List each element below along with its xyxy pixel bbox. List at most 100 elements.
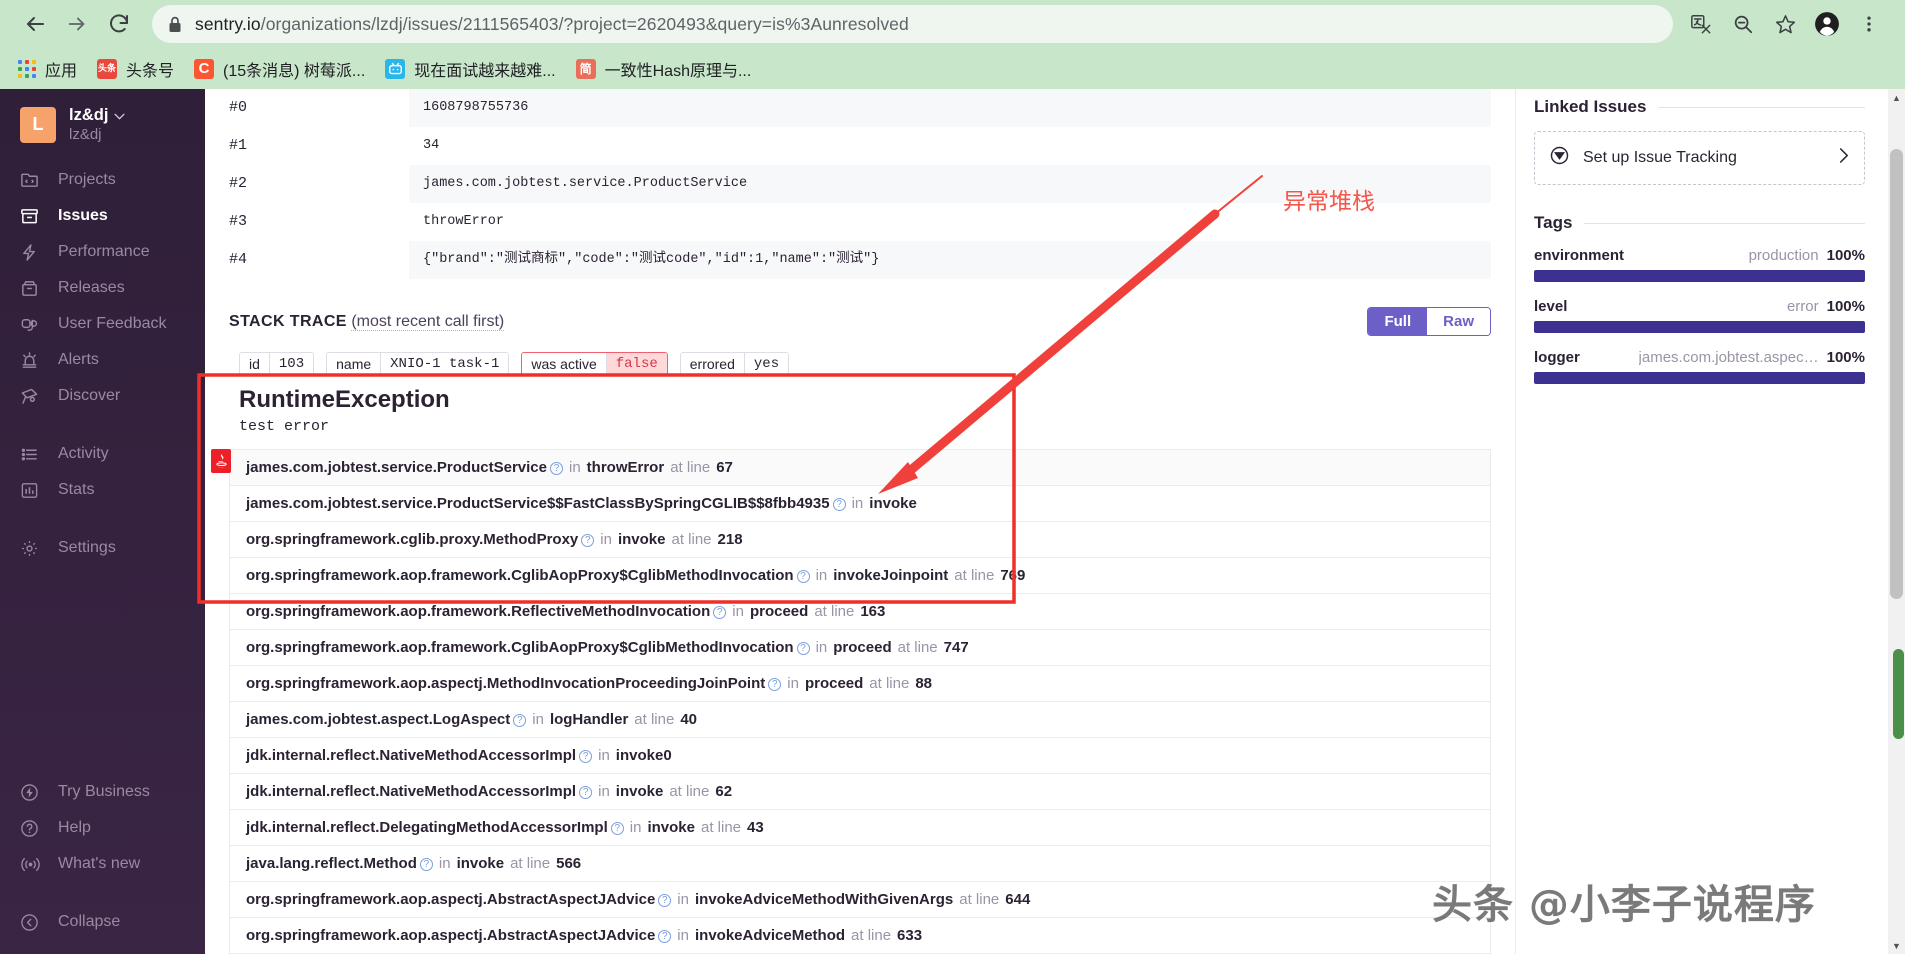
sidebar-item-whats-new[interactable]: What's new: [0, 846, 205, 882]
sidebar-item-help[interactable]: Help: [0, 810, 205, 846]
chevron-down-icon: [114, 105, 125, 126]
chrome-menu-icon[interactable]: [1849, 4, 1889, 44]
tag-environment[interactable]: environment production 100%: [1534, 247, 1865, 282]
frame-in: in: [600, 531, 612, 548]
bilibili-favicon: [385, 58, 406, 79]
frame-function: throwError: [586, 459, 665, 476]
tag-level[interactable]: level error 100%: [1534, 298, 1865, 333]
sidebar-item-releases[interactable]: Releases: [0, 270, 205, 306]
linked-issues-header: Linked Issues: [1534, 97, 1865, 117]
bookmark-apps[interactable]: 应用: [8, 53, 87, 85]
tag-logger[interactable]: logger james.com.jobtest.aspec… 100%: [1534, 349, 1865, 384]
stack-frame[interactable]: jdk.internal.reflect.DelegatingMethodAcc…: [229, 809, 1491, 845]
frame-info-icon[interactable]: ?: [419, 858, 433, 871]
discover-icon: [20, 387, 44, 406]
stack-frame[interactable]: org.springframework.aop.framework.CglibA…: [229, 629, 1491, 665]
stack-frame[interactable]: jdk.internal.reflect.NativeMethodAccesso…: [229, 773, 1491, 809]
scrollbar-thumb[interactable]: [1890, 149, 1903, 599]
sidebar-item-alerts[interactable]: Alerts: [0, 342, 205, 378]
frame-in: in: [677, 927, 689, 944]
stack-frame[interactable]: org.springframework.aop.aspectj.Abstract…: [229, 881, 1491, 917]
sidebar-item-issues[interactable]: Issues: [0, 198, 205, 234]
frame-info-icon[interactable]: ?: [658, 894, 672, 907]
sidebar-item-discover[interactable]: Discover: [0, 378, 205, 414]
page-scrollbar[interactable]: ▲ ▼: [1888, 89, 1905, 954]
sidebar-item-projects[interactable]: Projects: [0, 162, 205, 198]
stack-frame[interactable]: org.springframework.aop.framework.CglibA…: [229, 557, 1491, 593]
java-icon: [211, 449, 231, 473]
thread-chip-name[interactable]: name XNIO-1 task-1: [326, 352, 510, 376]
frame-in: in: [787, 675, 799, 692]
frame-info-icon[interactable]: ?: [832, 498, 846, 511]
sidebar-divider-2: [0, 508, 205, 530]
frame-info-icon[interactable]: ?: [713, 606, 727, 619]
stack-frames-list: james.com.jobtest.service.ProductService…: [211, 449, 1491, 954]
sidebar-item-label: Settings: [58, 539, 116, 557]
tag-value: production: [1748, 247, 1819, 264]
frame-in: in: [815, 639, 828, 656]
param-value: 34: [409, 127, 1491, 165]
inner-scrollbar-thumb[interactable]: [1893, 649, 1904, 739]
sidebar-item-settings[interactable]: Settings: [0, 530, 205, 566]
zoom-out-icon[interactable]: [1723, 4, 1763, 44]
bookmark-csdn[interactable]: C (15条消息) 树莓派...: [184, 53, 375, 85]
chevron-right-icon: [1837, 147, 1850, 169]
back-arrow-icon[interactable]: [14, 3, 56, 45]
chip-value: false: [606, 353, 667, 375]
tag-name: logger: [1534, 349, 1580, 366]
frame-function: logHandler: [549, 711, 629, 728]
sidebar-item-collapse[interactable]: Collapse: [0, 904, 205, 940]
sidebar-item-user-feedback[interactable]: User Feedback: [0, 306, 205, 342]
stack-frame[interactable]: org.springframework.cglib.proxy.MethodPr…: [229, 521, 1491, 557]
frame-info-icon[interactable]: ?: [549, 462, 563, 475]
frame-info-icon[interactable]: ?: [658, 930, 672, 943]
stack-frame[interactable]: james.com.jobtest.service.ProductService…: [229, 449, 1491, 485]
scroll-down-arrow-icon[interactable]: ▼: [1888, 937, 1905, 954]
profile-avatar-icon[interactable]: [1807, 4, 1847, 44]
bookmark-bilibili[interactable]: 现在面试越来越难...: [375, 53, 565, 85]
stack-frame[interactable]: org.springframework.aop.aspectj.Abstract…: [229, 917, 1491, 953]
frame-info-icon[interactable]: ?: [796, 642, 810, 655]
url-text: sentry.io/organizations/lzdj/issues/2111…: [195, 14, 909, 35]
full-view-button[interactable]: Full: [1368, 308, 1428, 335]
sidebar-item-performance[interactable]: Performance: [0, 234, 205, 270]
forward-arrow-icon[interactable]: [56, 3, 98, 45]
frame-info-icon[interactable]: ?: [768, 678, 782, 691]
omnibox[interactable]: sentry.io/organizations/lzdj/issues/2111…: [152, 5, 1673, 43]
thread-chip-errored[interactable]: errored yes: [679, 352, 790, 376]
param-key: #1: [229, 137, 248, 154]
stack-frame[interactable]: org.springframework.aop.framework.Reflec…: [229, 593, 1491, 629]
thread-chip-id[interactable]: id 103: [239, 352, 315, 376]
bookmark-jianshu[interactable]: 简 一致性Hash原理与...: [566, 53, 762, 85]
thread-chip-was-active[interactable]: was active false: [521, 352, 668, 376]
bookmark-star-icon[interactable]: [1765, 4, 1805, 44]
stack-frame[interactable]: james.com.jobtest.aspect.LogAspect? in l…: [229, 701, 1491, 737]
stack-frame[interactable]: jdk.internal.reflect.NativeMethodAccesso…: [229, 737, 1491, 773]
frame-info-icon[interactable]: ?: [581, 534, 595, 547]
chip-key: errored: [680, 353, 745, 375]
reload-icon[interactable]: [98, 3, 140, 45]
frame-info-icon[interactable]: ?: [579, 750, 593, 763]
translate-icon[interactable]: [1681, 4, 1721, 44]
frame-lineno: 163: [860, 603, 886, 620]
scroll-up-arrow-icon[interactable]: ▲: [1888, 89, 1905, 106]
raw-view-button[interactable]: Raw: [1427, 308, 1490, 335]
sidebar-item-activity[interactable]: Activity: [0, 436, 205, 472]
org-switcher[interactable]: L lz&dj lz&dj: [0, 89, 205, 162]
frame-info-icon[interactable]: ?: [610, 822, 624, 835]
frame-info-icon[interactable]: ?: [796, 570, 810, 583]
sidebar-item-stats[interactable]: Stats: [0, 472, 205, 508]
stack-frame[interactable]: james.com.jobtest.service.ProductService…: [229, 485, 1491, 521]
set-up-issue-tracking-button[interactable]: Set up Issue Tracking: [1534, 131, 1865, 185]
sidebar-item-label: Try Business: [58, 783, 150, 800]
thread-chips: id 103 name XNIO-1 task-1 was active fal…: [239, 352, 1491, 376]
bookmark-label: 应用: [45, 62, 78, 80]
frame-info-icon[interactable]: ?: [579, 786, 593, 799]
sidebar-item-try-business[interactable]: Try Business: [0, 774, 205, 810]
bookmark-toutiao[interactable]: 头条 头条号: [87, 53, 184, 85]
param-key: #0: [229, 99, 248, 116]
frame-info-icon[interactable]: ?: [513, 714, 527, 727]
stack-frame[interactable]: java.lang.reflect.Method? in invoke at l…: [229, 845, 1491, 881]
frame-module: org.springframework.aop.framework.CglibA…: [246, 567, 794, 584]
stack-frame[interactable]: org.springframework.aop.aspectj.MethodIn…: [229, 665, 1491, 701]
